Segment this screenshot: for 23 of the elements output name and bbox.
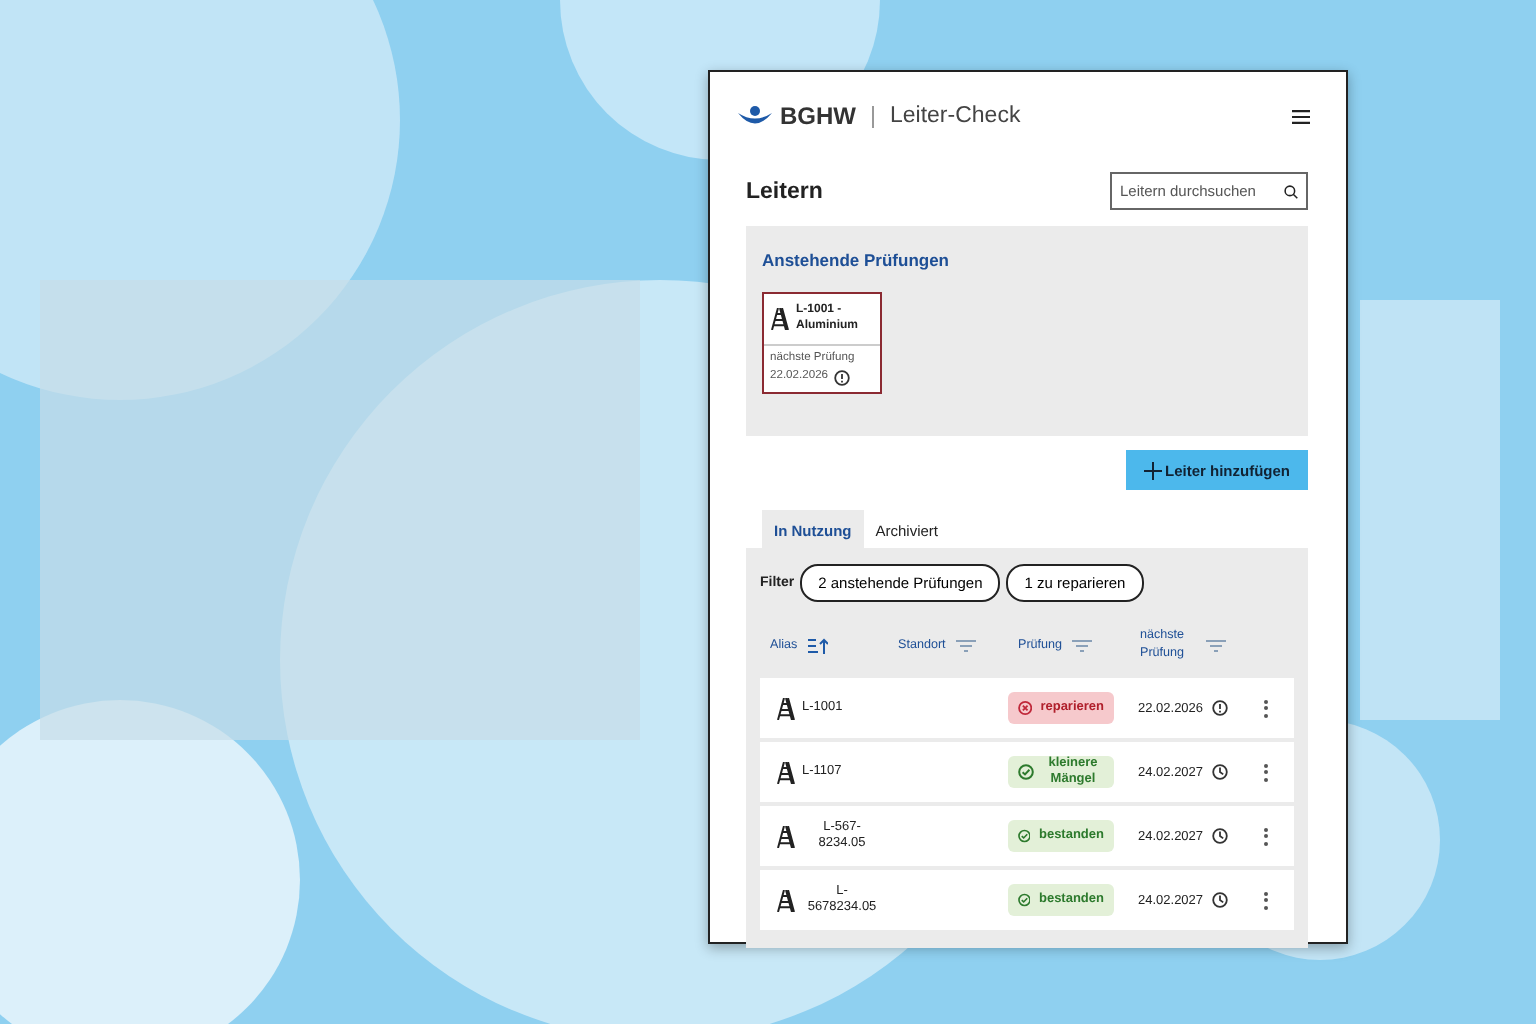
plus-icon <box>1143 461 1161 479</box>
check-icon <box>1018 828 1031 844</box>
ladder-icon <box>776 825 796 847</box>
menu-icon[interactable] <box>1292 109 1310 123</box>
sort-ascending-icon[interactable] <box>807 638 828 654</box>
more-options-icon[interactable] <box>1264 827 1270 845</box>
error-icon <box>1018 700 1033 716</box>
alert-icon <box>834 369 851 386</box>
ladder-icon <box>770 307 790 330</box>
check-icon <box>1018 764 1034 780</box>
ladder-icon <box>776 697 796 719</box>
check-icon <box>1018 892 1031 908</box>
search-icon[interactable] <box>1284 181 1298 201</box>
app-name: Leiter-Check <box>890 104 1021 128</box>
more-options-icon[interactable] <box>1264 699 1270 717</box>
brand-name: BGHW <box>780 102 856 130</box>
section-title: Anstehende Prüfungen <box>762 250 952 270</box>
ladder-icon <box>776 889 796 911</box>
more-options-icon[interactable] <box>1264 891 1270 909</box>
more-options-icon[interactable] <box>1264 763 1270 781</box>
logo-icon <box>738 105 772 127</box>
ladder-icon <box>776 761 796 783</box>
page-title: Leitern <box>746 179 823 203</box>
